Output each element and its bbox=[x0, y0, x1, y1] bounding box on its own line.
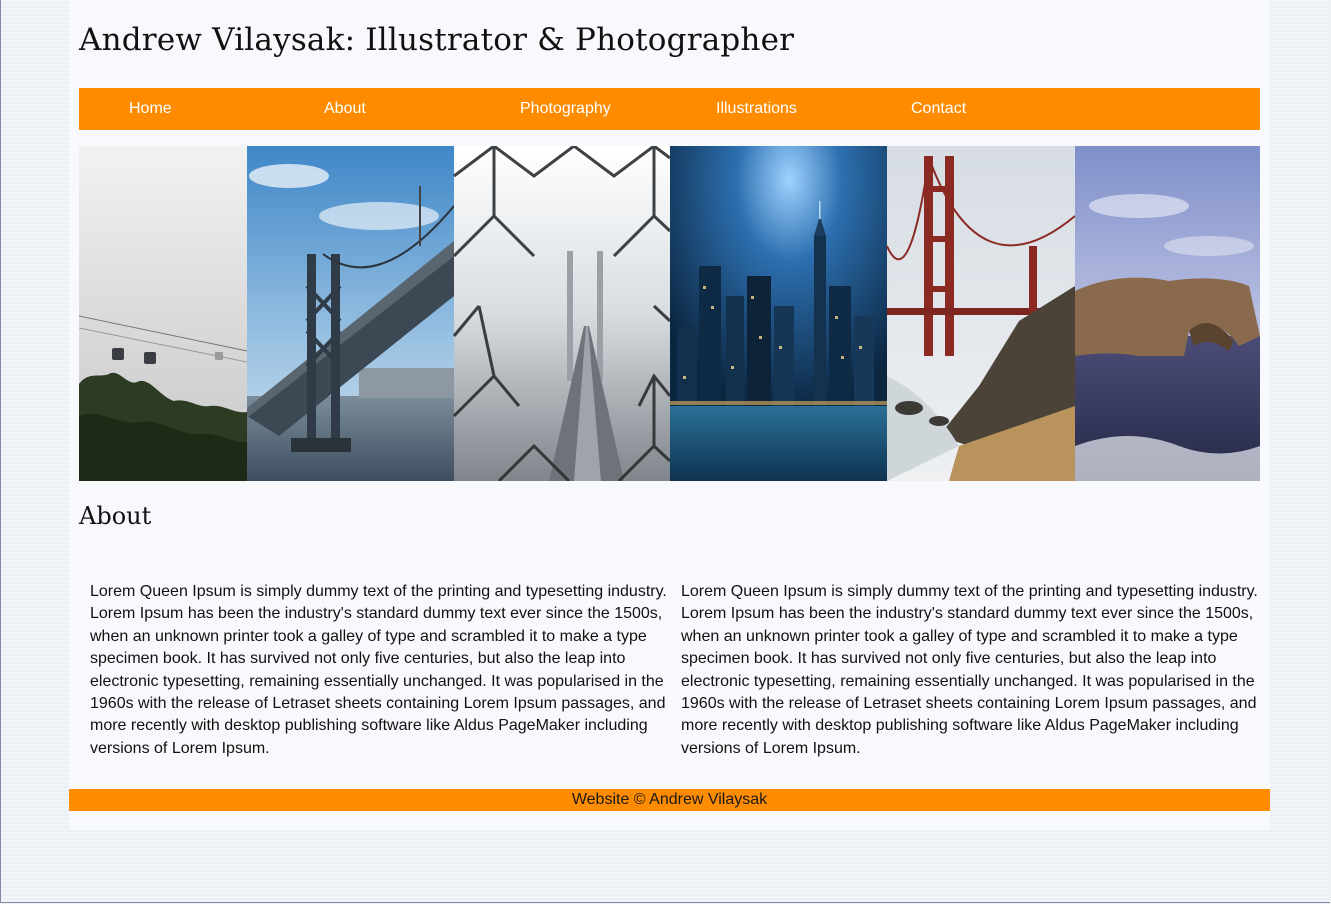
about-heading: About bbox=[79, 502, 152, 530]
banner-photo-cable-cars bbox=[79, 146, 248, 481]
nav-item-about[interactable]: About bbox=[324, 88, 366, 130]
banner-photo-fence-bridge bbox=[452, 146, 672, 481]
about-paragraph-left: Lorem Queen Ipsum is simply dummy text o… bbox=[90, 583, 667, 757]
banner-photo-bay-bridge bbox=[247, 146, 455, 481]
page-container: Andrew Vilaysak: Illustrator & Photograp… bbox=[69, 0, 1270, 830]
nav-item-home[interactable]: Home bbox=[129, 88, 172, 130]
nav-item-photography[interactable]: Photography bbox=[520, 88, 611, 130]
footer-copyright: Website © Andrew Vilaysak bbox=[571, 791, 768, 808]
nav-item-illustrations[interactable]: Illustrations bbox=[716, 88, 797, 130]
banner-photo-golden-gate bbox=[886, 146, 1076, 481]
about-paragraph-right: Lorem Queen Ipsum is simply dummy text o… bbox=[681, 583, 1258, 757]
banner-photo-night-skyline bbox=[670, 146, 887, 481]
photo-banner bbox=[79, 146, 1260, 481]
banner-photo-rock-arch bbox=[1075, 146, 1260, 481]
page-background: Andrew Vilaysak: Illustrator & Photograp… bbox=[0, 0, 1330, 903]
main-nav: Home About Photography Illustrations Con… bbox=[79, 88, 1260, 130]
footer: Website © Andrew Vilaysak bbox=[69, 789, 1270, 811]
nav-item-contact[interactable]: Contact bbox=[911, 88, 966, 130]
site-title: Andrew Vilaysak: Illustrator & Photograp… bbox=[79, 22, 795, 58]
